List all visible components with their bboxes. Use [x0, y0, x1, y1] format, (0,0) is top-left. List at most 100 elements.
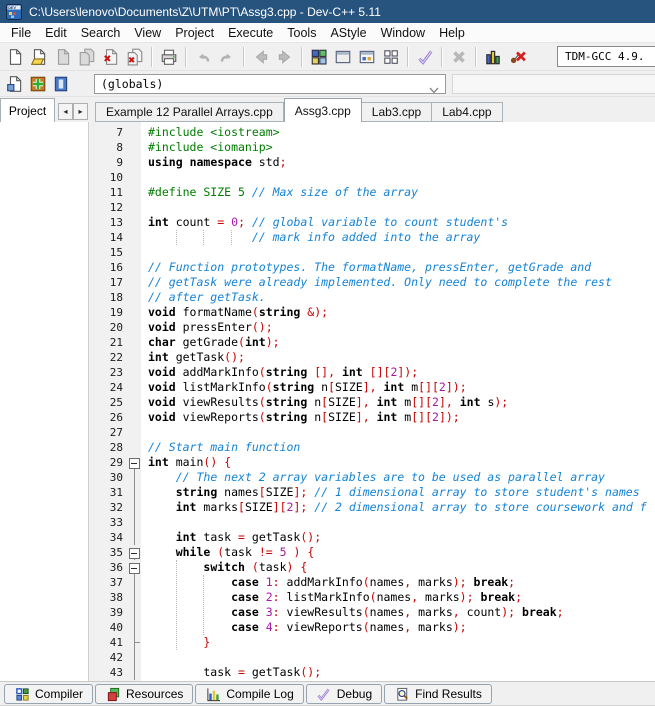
line-number: 37: [96, 575, 128, 590]
editor-tab-example-12-parallel-arrays-cpp[interactable]: Example 12 Parallel Arrays.cpp: [95, 102, 284, 122]
fold-line: [128, 635, 141, 650]
close-file-button[interactable]: [99, 45, 123, 69]
line-number: 30: [96, 470, 128, 485]
gutter-line-21: 21: [96, 335, 141, 350]
bottom-tab-resources[interactable]: Resources: [95, 684, 193, 704]
indent-guide: [176, 560, 177, 650]
abort-compilation-button-disabled[interactable]: [447, 45, 471, 69]
compile-button[interactable]: [307, 45, 331, 69]
line-number: 8: [96, 140, 128, 155]
tab-scroll-right-button[interactable]: ▸: [73, 103, 88, 120]
run-button[interactable]: [331, 45, 355, 69]
fold-line: [128, 200, 141, 215]
menu-file[interactable]: File: [4, 23, 38, 43]
globals-combo[interactable]: (globals): [94, 74, 446, 94]
code-line-27: [141, 425, 655, 440]
back-button-disabled[interactable]: [249, 45, 273, 69]
gutter-line-9: 9: [96, 155, 141, 170]
indent-guide: [203, 575, 204, 635]
members-combo-empty[interactable]: [452, 74, 655, 94]
menu-astyle[interactable]: AStyle: [323, 23, 373, 43]
fold-toggle-icon[interactable]: [128, 455, 141, 470]
menu-view[interactable]: View: [127, 23, 168, 43]
undo-button-disabled[interactable]: [191, 45, 215, 69]
bottom-panel-tabs: CompilerResourcesCompile LogDebug Find Re…: [0, 681, 655, 705]
code-editor: 7891011121314151617181920212223242526272…: [96, 122, 655, 681]
forward-button-disabled[interactable]: [273, 45, 297, 69]
panel-splitter[interactable]: [89, 122, 96, 681]
fold-line: [128, 650, 141, 665]
class-browser-toolbar: (globals): [0, 71, 655, 97]
globals-combo-value: (globals): [101, 77, 163, 91]
gutter-line-43: 43: [96, 665, 141, 680]
menu-edit[interactable]: Edit: [38, 23, 74, 43]
toolbar-separator: [441, 47, 443, 67]
tab-project-panel[interactable]: Project: [0, 98, 55, 122]
gutter-line-19: 19: [96, 305, 141, 320]
line-number: 18: [96, 290, 128, 305]
code-line-22: int getTask();: [141, 350, 655, 365]
code-line-10: [141, 170, 655, 185]
code-line-38: case 2: listMarkInfo(names, marks); brea…: [141, 590, 655, 605]
gutter-line-17: 17: [96, 275, 141, 290]
menu-search[interactable]: Search: [74, 23, 128, 43]
tab-scroll-left-button[interactable]: ◂: [58, 103, 73, 120]
toolbar-separator: [301, 47, 303, 67]
menu-execute[interactable]: Execute: [221, 23, 280, 43]
editor-tab-lab4-cpp[interactable]: Lab4.cpp: [432, 102, 502, 122]
bottom-tab-compile-log[interactable]: Compile Log: [195, 684, 303, 704]
gutter-line-37: 37: [96, 575, 141, 590]
bottom-tab-debug[interactable]: Debug: [306, 684, 382, 704]
remove-from-project-button[interactable]: [49, 73, 72, 95]
compiler-set-combo[interactable]: TDM-GCC 4.9.: [557, 46, 655, 67]
gutter-line-27: 27: [96, 425, 141, 440]
line-number: 24: [96, 380, 128, 395]
resources-icon: [105, 686, 121, 702]
compiler-set-value: TDM-GCC 4.9.: [565, 50, 644, 63]
save-all-button-disabled[interactable]: [75, 45, 99, 69]
close-all-button[interactable]: [123, 45, 147, 69]
code-line-9: using namespace std;: [141, 155, 655, 170]
gutter-line-25: 25: [96, 395, 141, 410]
delete-profiling-button[interactable]: [505, 45, 529, 69]
code-line-18: // after getTask.: [141, 290, 655, 305]
main-toolbar: TDM-GCC 4.9.: [0, 43, 655, 71]
gutter-line-18: 18: [96, 290, 141, 305]
bottom-tab-compiler[interactable]: Compiler: [4, 684, 93, 704]
bottom-tab-label: Find Results: [415, 687, 482, 701]
open-file-button[interactable]: [27, 45, 51, 69]
editor-code-area[interactable]: #include <iostream>#include <iomanip>usi…: [141, 122, 655, 681]
line-number: 21: [96, 335, 128, 350]
code-line-16: // Function prototypes. The formatName, …: [141, 260, 655, 275]
menu-project[interactable]: Project: [168, 23, 221, 43]
save-file-button-disabled[interactable]: [51, 45, 75, 69]
bottom-tab-find-results[interactable]: Find Results: [384, 684, 492, 704]
project-panel-tree[interactable]: [0, 122, 89, 681]
profile-analysis-button[interactable]: [481, 45, 505, 69]
redo-button-disabled[interactable]: [215, 45, 239, 69]
fold-line: [128, 440, 141, 455]
add-to-project-button[interactable]: [26, 73, 49, 95]
rebuild-all-button[interactable]: [379, 45, 403, 69]
menu-tools[interactable]: Tools: [280, 23, 323, 43]
line-number: 9: [96, 155, 128, 170]
line-number: 22: [96, 350, 128, 365]
gutter-line-31: 31: [96, 485, 141, 500]
editor-tab-assg3-cpp[interactable]: Assg3.cpp: [284, 98, 362, 122]
editor-tab-lab3-cpp[interactable]: Lab3.cpp: [362, 102, 432, 122]
compile-log-icon: [205, 686, 221, 702]
fold-toggle-icon[interactable]: [128, 560, 141, 575]
new-source-file-button[interactable]: [3, 45, 27, 69]
menu-help[interactable]: Help: [432, 23, 472, 43]
gutter-line-33: 33: [96, 515, 141, 530]
syntax-check-button[interactable]: [413, 45, 437, 69]
code-line-34: int task = getTask();: [141, 530, 655, 545]
gutter-line-16: 16: [96, 260, 141, 275]
menu-window[interactable]: Window: [374, 23, 432, 43]
gutter-line-10: 10: [96, 170, 141, 185]
print-button[interactable]: [157, 45, 181, 69]
gutter-line-26: 26: [96, 410, 141, 425]
fold-toggle-icon[interactable]: [128, 545, 141, 560]
compile-and-run-button[interactable]: [355, 45, 379, 69]
new-unit-button[interactable]: [3, 73, 26, 95]
